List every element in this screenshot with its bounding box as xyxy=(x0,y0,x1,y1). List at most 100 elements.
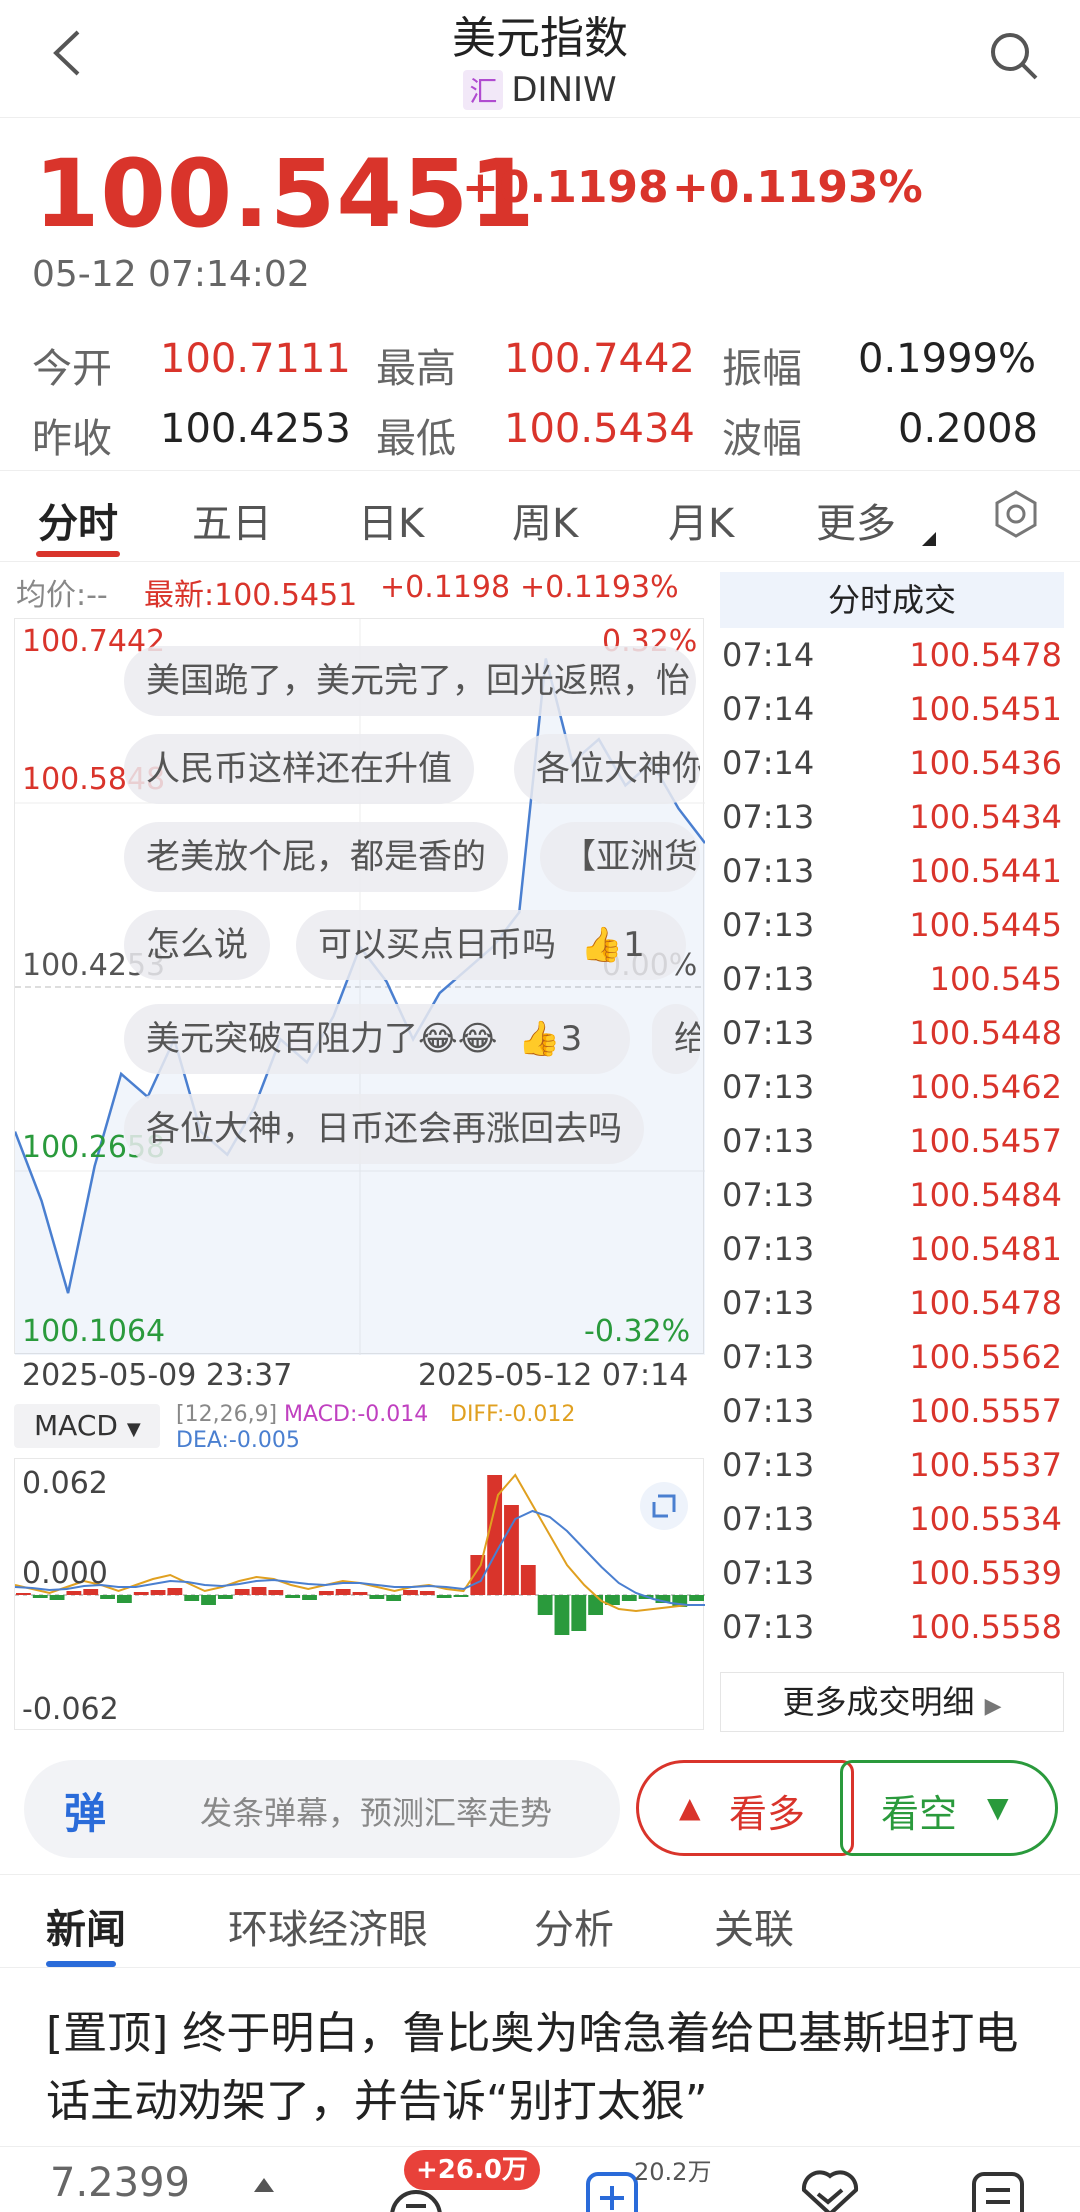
trade-row: 07:13 100.5557 xyxy=(720,1392,1064,1446)
macd-bar xyxy=(537,1595,553,1615)
trade-time: 07:13 xyxy=(722,1122,815,1160)
macd-bar xyxy=(318,1591,334,1595)
trade-time: 07:13 xyxy=(722,852,815,890)
danmaku-bubble[interactable]: 老美放个屁，都是香的 xyxy=(124,822,508,892)
macd-bar xyxy=(386,1595,402,1601)
trade-price: 100.5462 xyxy=(909,1068,1062,1106)
watch-count: 20.2万 xyxy=(634,2158,712,2186)
diff-line xyxy=(14,1473,705,1613)
tab-global-economy[interactable]: 环球经济眼 xyxy=(228,1897,428,1955)
favorite-icon[interactable] xyxy=(800,2170,860,2212)
bottom-related-value: 7.2399 xyxy=(50,2160,190,2206)
bullish-button[interactable]: ▲ 看多 xyxy=(636,1760,854,1856)
low-label: 最低 xyxy=(376,416,456,462)
danmaku-bubble[interactable]: 给 xyxy=(652,1004,700,1074)
tab-weekly-k[interactable]: 周K xyxy=(512,491,578,549)
tab-monthly-k[interactable]: 月K xyxy=(668,491,734,549)
add-watch-icon[interactable] xyxy=(584,2170,640,2212)
trade-row: 07:13 100.5539 xyxy=(720,1554,1064,1608)
macd-bar xyxy=(453,1595,469,1597)
low-value: 100.5434 xyxy=(504,406,695,452)
trade-row: 07:14 100.5478 xyxy=(720,636,1064,690)
danmaku-bubble[interactable]: 可以买点日币吗 👍1 xyxy=(296,910,686,980)
expand-icon[interactable] xyxy=(640,1482,688,1530)
active-tab-indicator xyxy=(36,551,120,557)
macd-bar xyxy=(352,1592,368,1595)
trade-time: 07:13 xyxy=(722,1068,815,1106)
wave-value: 0.2008 xyxy=(898,406,1038,452)
macd-bar xyxy=(66,1591,82,1595)
more-trades-button[interactable]: 更多成交明细 ▶ xyxy=(720,1672,1064,1732)
macd-bar xyxy=(217,1595,233,1599)
trade-row: 07:13 100.545 xyxy=(720,960,1064,1014)
trade-row: 07:13 100.5558 xyxy=(720,1608,1064,1662)
danmaku-bubble[interactable]: 各位大神，日币还会再涨回去吗 xyxy=(124,1094,644,1164)
trade-price: 100.5457 xyxy=(909,1122,1062,1160)
macd-bar xyxy=(268,1590,284,1595)
tab-five-day[interactable]: 五日 xyxy=(192,491,272,549)
tab-daily-k[interactable]: 日K xyxy=(358,491,424,549)
indicator-selector[interactable]: MACD ▼ xyxy=(14,1404,160,1448)
trade-row: 07:13 100.5481 xyxy=(720,1230,1064,1284)
pinned-headline[interactable]: [置顶] 终于明白，鲁比奥为啥急着给巴基斯坦打电话主动劝架了，并告诉“别打太狠” xyxy=(46,2000,1046,2136)
change-legend: +0.1198 xyxy=(380,570,511,605)
danmaku-bubble[interactable]: 怎么说 xyxy=(124,910,270,980)
macd-bar xyxy=(201,1595,216,1605)
bearish-button[interactable]: 看空 ▼ xyxy=(840,1760,1058,1856)
amplitude-label: 振幅 xyxy=(722,346,802,392)
page-title: 美元指数 xyxy=(452,13,628,64)
trade-price: 100.5537 xyxy=(909,1446,1062,1484)
settings-hexagon-icon[interactable] xyxy=(990,488,1042,540)
comment-count-badge: +26.0万 xyxy=(404,2150,540,2190)
danmaku-bubble[interactable]: 美元突破百阻力了😂😂 👍3 xyxy=(124,1004,630,1074)
price-change: +0.1198 xyxy=(462,162,669,213)
macd-bar xyxy=(571,1595,587,1631)
macd-bar xyxy=(419,1591,435,1595)
tab-related[interactable]: 关联 xyxy=(714,1897,794,1955)
macd-bar xyxy=(16,1593,31,1595)
danmaku-bubble[interactable]: 【亚洲货 xyxy=(540,822,700,892)
macd-bar xyxy=(150,1590,166,1595)
danmaku-bubble[interactable]: 各位大神你 xyxy=(514,734,700,804)
latest-price-legend: 最新:100.5451 xyxy=(144,578,358,613)
macd-bar xyxy=(403,1590,418,1595)
chevron-right-icon: ▶ xyxy=(984,1694,1002,1719)
symbol-code: 汇 DINIW xyxy=(0,70,1080,110)
thumbs-up-icon[interactable]: 👍 xyxy=(518,1019,560,1059)
prev-close-label: 昨收 xyxy=(32,416,112,462)
trade-price: 100.5434 xyxy=(909,798,1062,836)
thumbs-up-icon[interactable]: 👍 xyxy=(581,925,623,965)
trade-row: 07:13 100.5445 xyxy=(720,906,1064,960)
intraday-chart[interactable] xyxy=(13,618,706,1355)
tab-more[interactable]: 更多 xyxy=(816,491,896,549)
trade-price: 100.5562 xyxy=(909,1338,1062,1376)
tab-analysis[interactable]: 分析 xyxy=(534,1897,614,1955)
tab-news[interactable]: 新闻 xyxy=(46,1897,126,1955)
menu-icon[interactable] xyxy=(970,2170,1026,2212)
price-line-chart xyxy=(13,619,706,1355)
danmaku-bubble[interactable]: 人民币这样还在升值 xyxy=(124,734,474,804)
macd-bar xyxy=(251,1587,267,1595)
macd-bar xyxy=(167,1588,183,1595)
caret-down-icon: ▼ xyxy=(126,1419,141,1440)
macd-chart[interactable] xyxy=(14,1458,705,1730)
danmaku-bubble[interactable]: 美国跪了，美元完了，回光返照，怡 xyxy=(124,646,696,716)
danmaku-placeholder: 发条弹幕，预测汇率走势 xyxy=(200,1794,553,1832)
trade-price: 100.5539 xyxy=(909,1554,1062,1592)
trade-time: 07:13 xyxy=(722,1230,815,1268)
trade-price: 100.5478 xyxy=(909,636,1062,674)
trade-time: 07:14 xyxy=(722,744,815,782)
news-tabs: 新闻 环球经济眼 分析 关联 xyxy=(0,1874,1080,1968)
prev-close-value: 100.4253 xyxy=(160,406,351,452)
danmaku-input[interactable]: 弹 发条弹幕，预测汇率走势 xyxy=(24,1760,620,1858)
pct-axis-bottom: -0.32% xyxy=(584,1314,691,1349)
trade-row: 07:13 100.5478 xyxy=(720,1284,1064,1338)
trade-time: 07:13 xyxy=(722,1608,815,1646)
tab-intraday[interactable]: 分时 xyxy=(38,491,118,549)
macd-bar xyxy=(133,1592,149,1595)
like-count: 1 xyxy=(623,925,645,965)
trade-price: 100.5481 xyxy=(909,1230,1062,1268)
trade-row: 07:13 100.5448 xyxy=(720,1014,1064,1068)
trade-price: 100.5448 xyxy=(909,1014,1062,1052)
search-icon[interactable] xyxy=(988,30,1040,82)
